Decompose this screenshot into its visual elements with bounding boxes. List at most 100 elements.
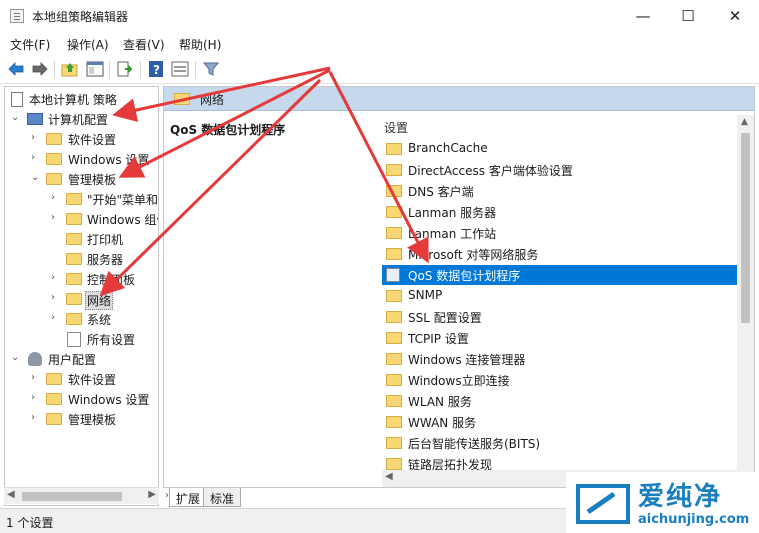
list-item-label: Windows立即连接 [408, 374, 510, 388]
tree-item-network[interactable]: › 网络 [5, 289, 158, 310]
chevron-right-icon[interactable]: › [31, 152, 41, 163]
tree-item-admin-templates[interactable]: ⌄ 管理模板 [5, 169, 158, 189]
scroll-up-icon[interactable]: ▲ [741, 117, 748, 127]
watermark: 爱纯净 aichunjing.com [566, 472, 759, 533]
list-item[interactable]: WLAN 服务 [382, 391, 742, 411]
list-item-label: Lanman 服务器 [408, 206, 497, 220]
tree-item-label: 控制面板 [87, 273, 136, 287]
tree-item-software-settings[interactable]: › 软件设置 [5, 129, 158, 149]
tree-item-all-settings[interactable]: 所有设置 [5, 329, 158, 349]
tree-item-label: Windows 设置 [68, 393, 150, 407]
folder-icon [46, 153, 62, 165]
list-item[interactable]: TCPIP 设置 [382, 328, 742, 348]
menu-file[interactable]: 文件(F) [10, 36, 50, 53]
app-icon [10, 9, 24, 23]
tree-item-start-menu[interactable]: › "开始"菜单和 [5, 189, 158, 209]
list-item[interactable]: DNS 客户端 [382, 181, 742, 201]
menu-view[interactable]: 查看(V) [123, 36, 165, 53]
tree-item-root[interactable]: 本地计算机 策略 [5, 89, 158, 109]
tree-item-printers[interactable]: 打印机 [5, 229, 158, 249]
list-vertical-scrollbar[interactable]: ▲ ▼ [737, 115, 754, 487]
tree-item-user-config[interactable]: ⌄ 用户配置 [5, 349, 158, 369]
tree-item-user-software-settings[interactable]: › 软件设置 [5, 369, 158, 389]
chevron-right-icon[interactable]: › [51, 292, 61, 303]
watermark-url: aichunjing.com [638, 512, 750, 527]
tree-item-system[interactable]: › 系统 [5, 309, 158, 329]
chevron-down-icon[interactable]: ⌄ [11, 112, 21, 123]
list-item[interactable]: Lanman 服务器 [382, 202, 742, 222]
folder-icon [386, 206, 402, 218]
help-icon[interactable]: ? [147, 60, 165, 78]
settings-list: 设置 BranchCache DirectAccess 客户端体验设置 DNS … [370, 115, 754, 487]
minimize-button[interactable]: — [620, 0, 666, 32]
list-item[interactable]: 后台智能传送服务(BITS) [382, 433, 742, 453]
column-header-setting[interactable]: 设置 [384, 119, 408, 136]
tree-item-windows-settings[interactable]: › Windows 设置 [5, 149, 158, 169]
filter-icon[interactable] [202, 60, 220, 78]
description-title: QoS 数据包计划程序 [170, 123, 286, 137]
user-icon [28, 352, 42, 366]
show-hide-tree-icon[interactable] [86, 60, 104, 78]
chevron-right-icon[interactable]: › [51, 312, 61, 323]
chevron-right-icon[interactable]: › [31, 392, 41, 403]
chevron-right-icon[interactable]: › [31, 412, 41, 423]
list-item[interactable]: DirectAccess 客户端体验设置 [382, 160, 742, 180]
chevron-right-icon[interactable]: › [31, 132, 41, 143]
tree-item-label: 本地计算机 策略 [29, 93, 117, 107]
list-item[interactable]: SNMP [382, 286, 742, 306]
scroll-right-icon[interactable]: ▶ [148, 489, 156, 500]
tree-item-server[interactable]: 服务器 [5, 249, 158, 269]
list-item[interactable]: Microsoft 对等网络服务 [382, 244, 742, 264]
chevron-down-icon[interactable]: ⌄ [11, 352, 21, 363]
list-item[interactable]: Lanman 工作站 [382, 223, 742, 243]
folder-icon [386, 164, 402, 176]
list-item[interactable]: Windows立即连接 [382, 370, 742, 390]
chevron-right-icon[interactable]: › [31, 372, 41, 383]
maximize-button[interactable]: ☐ [665, 0, 711, 32]
tree-item-control-panel[interactable]: › 控制面板 [5, 269, 158, 289]
forward-icon[interactable] [31, 60, 49, 78]
list-item[interactable]: WWAN 服务 [382, 412, 742, 432]
tree-item-windows-components[interactable]: › Windows 组件 [5, 209, 158, 229]
folder-icon [46, 173, 62, 185]
up-folder-icon[interactable] [61, 60, 79, 78]
tree-item-user-admin-templates[interactable]: › 管理模板 [5, 409, 158, 429]
tree-item-user-windows-settings[interactable]: › Windows 设置 [5, 389, 158, 409]
folder-icon [386, 290, 402, 302]
folder-icon [46, 413, 62, 425]
folder-icon [386, 227, 402, 239]
folder-icon [386, 248, 402, 260]
tree-item-label: Windows 设置 [68, 153, 150, 167]
tree-horizontal-scrollbar[interactable]: ◀ ▶ [4, 487, 159, 504]
export-icon[interactable] [116, 60, 134, 78]
chevron-right-icon[interactable]: › [51, 272, 61, 283]
list-item[interactable]: BranchCache [382, 139, 742, 159]
chevron-down-icon[interactable]: ⌄ [31, 172, 41, 183]
menu-action[interactable]: 操作(A) [67, 36, 109, 53]
title-bar: 本地组策略编辑器 — ☐ ✕ [0, 0, 759, 32]
tab-extended[interactable]: 扩展 [169, 488, 208, 507]
folder-icon [66, 213, 82, 225]
svg-text:?: ? [153, 63, 160, 77]
close-button[interactable]: ✕ [712, 0, 758, 32]
list-item-selected[interactable]: QoS 数据包计划程序 [382, 265, 742, 285]
scrollbar-thumb[interactable] [22, 492, 122, 501]
scrollbar-thumb[interactable] [741, 133, 750, 323]
scroll-left-icon[interactable]: ◀ [7, 489, 15, 500]
folder-icon [386, 311, 402, 323]
tree-item-label: 打印机 [87, 233, 124, 247]
chevron-right-icon[interactable]: › [51, 192, 61, 203]
tree-item-computer-config[interactable]: ⌄ 计算机配置 [5, 109, 158, 129]
tab-standard[interactable]: 标准 [203, 488, 242, 507]
list-item[interactable]: Windows 连接管理器 [382, 349, 742, 369]
scroll-left-icon[interactable]: ◀ [385, 471, 393, 482]
properties-icon[interactable] [171, 60, 189, 78]
toolbar-divider [195, 61, 196, 79]
detail-header-title: 网络 [200, 93, 225, 107]
policy-document-icon [11, 92, 23, 107]
list-item[interactable]: SSL 配置设置 [382, 307, 742, 327]
menu-help[interactable]: 帮助(H) [179, 36, 221, 53]
back-icon[interactable] [7, 60, 25, 78]
folder-icon [66, 313, 82, 325]
chevron-right-icon[interactable]: › [51, 212, 61, 223]
